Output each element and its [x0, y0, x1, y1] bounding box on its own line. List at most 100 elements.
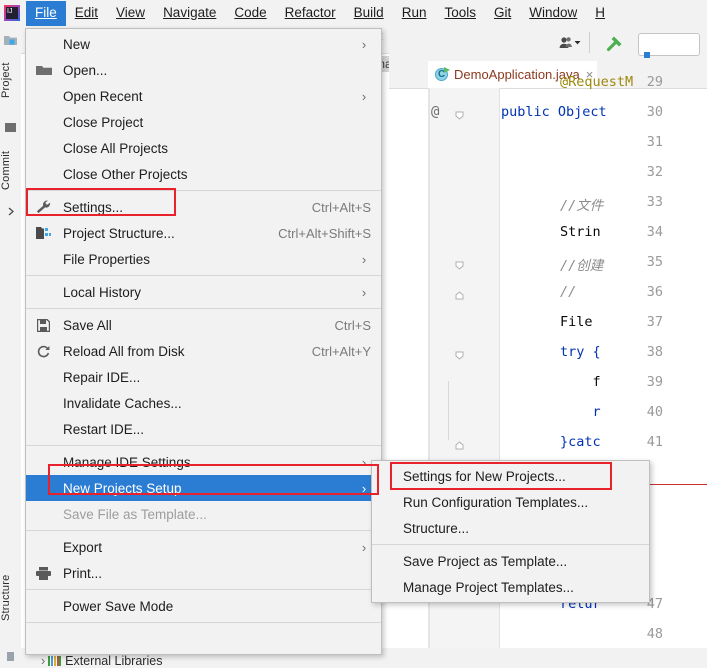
chevron-right-icon: › [361, 539, 367, 555]
menu-item-settings[interactable]: Settings... Ctrl+Alt+S [26, 194, 381, 220]
menu-separator [26, 275, 381, 276]
commit-icon[interactable] [4, 121, 17, 134]
menu-item-run-configuration-templates[interactable]: Run Configuration Templates... [372, 489, 649, 515]
menu-item-structure[interactable]: Structure... [372, 515, 649, 541]
build-hammer-icon[interactable] [605, 33, 625, 53]
no-icon [34, 36, 56, 52]
menu-separator [26, 308, 381, 309]
people-dropdown-icon[interactable] [559, 36, 581, 50]
menubar-item-file[interactable]: File [26, 0, 66, 26]
menu-item-close-other-projects[interactable]: Close Other Projects [26, 161, 381, 187]
project-structure-icon [34, 225, 56, 241]
menu-item-invalidate-caches[interactable]: Invalidate Caches... [26, 390, 381, 416]
menu-item-close-all-projects[interactable]: Close All Projects [26, 135, 381, 161]
no-icon [34, 114, 56, 130]
chevron-right-icon: › [361, 251, 367, 267]
file-menu-dropdown: New › Open... Open Recent › Close Projec… [25, 28, 382, 655]
sidebar-item-commit-label: Commit [0, 150, 12, 190]
no-icon [34, 284, 56, 300]
sidebar-item-commit[interactable]: Commit [0, 139, 21, 201]
menu-item-close-project[interactable]: Close Project [26, 109, 381, 135]
menubar-label-edit: Edit [74, 4, 99, 20]
menu-item-save-all[interactable]: Save All Ctrl+S [26, 312, 381, 338]
chevron-right-icon: › [361, 36, 367, 52]
no-icon [34, 421, 56, 437]
menubar-item-git[interactable]: Git [485, 1, 520, 26]
menu-item-restart-ide[interactable]: Restart IDE... [26, 416, 381, 442]
menubar-label-run: Run [401, 4, 427, 20]
sidebar-item-project-label: Project [0, 62, 12, 98]
fold-marker-icon[interactable] [455, 288, 464, 300]
menu-item-invalidate-caches-label: Invalidate Caches... [63, 395, 182, 411]
fold-marker-icon[interactable] [455, 258, 464, 270]
menu-item-reload-all-from-disk[interactable]: Reload All from Disk Ctrl+Alt+Y [26, 338, 381, 364]
folder-icon [34, 62, 56, 78]
left-tool-strip: Project Commit Structure [0, 26, 22, 661]
menu-item-file-properties-label: File Properties [63, 251, 151, 267]
chevron-right-icon: › [361, 284, 367, 300]
intellij-logo: IJ [4, 5, 20, 21]
menu-separator [26, 190, 381, 191]
menubar-label-window: Window [529, 4, 578, 20]
menubar-item-window[interactable]: Window [520, 1, 586, 26]
code-line: // [560, 284, 577, 300]
menubar-item-view[interactable]: View [107, 1, 154, 26]
chevron-right-icon[interactable] [6, 204, 15, 217]
menu-item-exit[interactable] [26, 626, 381, 652]
menubar-item-refactor[interactable]: Refactor [276, 1, 345, 26]
menu-item-open[interactable]: Open... [26, 57, 381, 83]
code-line: }catc [560, 434, 601, 450]
no-icon [34, 598, 56, 614]
no-icon [34, 140, 56, 156]
sidebar-item-structure[interactable]: Structure [0, 558, 21, 638]
code-line: f [560, 374, 601, 390]
no-icon [34, 251, 56, 267]
menu-separator [372, 544, 649, 545]
menubar-item-edit[interactable]: Edit [66, 1, 107, 26]
menu-item-new-projects-setup-label: New Projects Setup [63, 480, 182, 496]
menu-item-save-project-as-template[interactable]: Save Project as Template... [372, 548, 649, 574]
fold-marker-icon[interactable] [455, 108, 464, 120]
menu-item-new-projects-setup[interactable]: New Projects Setup › [26, 475, 381, 501]
menubar-item-navigate[interactable]: Navigate [154, 1, 225, 26]
menubar-item-code[interactable]: Code [225, 1, 275, 26]
menu-item-local-history[interactable]: Local History › [26, 279, 381, 305]
code-line: @RequestM [560, 74, 634, 90]
menu-item-reload-all-from-disk-accel: Ctrl+Alt+Y [311, 343, 371, 359]
menu-item-new[interactable]: New › [26, 31, 381, 57]
chevron-right-icon: › [361, 454, 367, 470]
wrench-icon [34, 199, 56, 215]
menu-separator [26, 445, 381, 446]
menu-item-repair-ide[interactable]: Repair IDE... [26, 364, 381, 390]
menu-item-print[interactable]: Print... [26, 560, 381, 586]
no-icon [34, 480, 56, 496]
fold-marker-icon[interactable] [455, 348, 464, 360]
logo-text: IJ [7, 8, 13, 15]
save-icon [34, 317, 56, 333]
menu-item-manage-project-templates[interactable]: Manage Project Templates... [372, 574, 649, 600]
menubar-item-build[interactable]: Build [345, 1, 393, 26]
menu-item-local-history-label: Local History [63, 284, 142, 300]
project-tree-item-external-libraries[interactable]: › External Libraries [41, 654, 162, 668]
menu-item-power-save-mode[interactable]: Power Save Mode [26, 593, 381, 619]
menubar-item-help[interactable]: H [586, 1, 614, 26]
menu-item-settings-for-new-projects[interactable]: Settings for New Projects... [372, 463, 649, 489]
menu-item-export[interactable]: Export › [26, 534, 381, 560]
menubar-label-help: H [595, 4, 606, 20]
java-class-runnable-icon: C [435, 66, 450, 82]
menu-item-project-structure[interactable]: Project Structure... Ctrl+Alt+Shift+S [26, 220, 381, 246]
structure-bottom-icon[interactable] [4, 650, 17, 663]
sidebar-item-project[interactable]: Project [0, 50, 21, 110]
menu-item-save-file-as-template-label: Save File as Template... [63, 506, 207, 522]
menu-item-close-other-projects-label: Close Other Projects [63, 166, 188, 182]
menubar-item-tools[interactable]: Tools [435, 1, 485, 26]
fold-marker-icon[interactable] [455, 438, 464, 450]
menu-item-file-properties[interactable]: File Properties › [26, 246, 381, 272]
menu-item-repair-ide-label: Repair IDE... [63, 369, 141, 385]
menubar-item-run[interactable]: Run [393, 1, 436, 26]
code-line: try { [560, 344, 601, 360]
annotation-gutter-mark[interactable]: @ [431, 104, 439, 120]
menu-item-open-recent[interactable]: Open Recent › [26, 83, 381, 109]
menu-item-manage-ide-settings[interactable]: Manage IDE Settings › [26, 449, 381, 475]
project-icon[interactable] [4, 34, 17, 47]
